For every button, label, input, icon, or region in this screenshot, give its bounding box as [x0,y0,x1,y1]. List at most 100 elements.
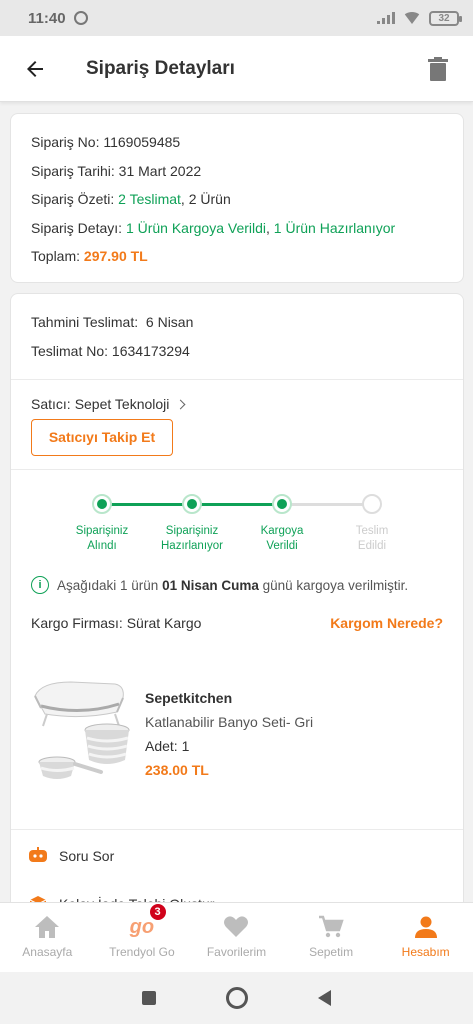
nav-label: Favorilerim [206,945,267,959]
tracker-line-3 [283,503,373,506]
order-date-label: Sipariş Tarihi: [31,162,115,179]
status-time: 11:40 [28,9,66,27]
nav-item-account[interactable]: Hesabım [378,903,473,972]
cargo-row: Kargo Firması: Sürat Kargo Kargom Nerede… [11,600,463,646]
nav-label: Sepetim [309,945,354,959]
order-total-label: Toplam: [31,248,81,264]
step-label-line: Verildi [266,540,298,552]
order-number-label: Sipariş No: [31,134,100,150]
delivery-number-row: Teslimat No: 1634173294 [31,337,443,366]
signal-icon [377,12,395,24]
step-label-received: Siparişiniz Alındı [57,524,147,554]
step-label-preparing: Siparişiniz Hazırlanıyor [147,524,237,554]
quantity-value: 1 [181,738,190,754]
tracker-line-1 [103,503,193,506]
delete-button[interactable] [423,49,453,89]
battery-icon: 32 [429,10,462,26]
product-quantity: Adet: 1 [145,734,313,758]
app-header: Sipariş Detayları [0,36,473,102]
step-dot-received [92,494,112,514]
order-status-tracker: Siparişiniz Alındı Siparişiniz Hazırlanıyo… [11,470,463,570]
ask-question-button[interactable]: Soru Sor [11,832,463,880]
step-label-line: Siparişiniz [165,525,219,537]
ask-question-label: Soru Sor [59,848,115,864]
battery-level: 32 [438,12,450,24]
delivery-card: Tahmini Teslimat: 6 Nisan Teslimat No: 1… [10,293,464,933]
system-navigation [0,972,473,1024]
step-label-delivered: Teslim Edildi [327,524,417,554]
nav-item-cart[interactable]: Sepetim [284,903,379,972]
step-label-line: Hazırlanıyor [161,540,223,552]
order-detail-row: Sipariş Detayı: 1 Ürün Kargoya Verildi, … [31,214,443,243]
nav-label: Trendyol Go [109,945,175,959]
go-logo: go [129,915,155,938]
summary-deliveries: 2 Teslimat [118,191,181,207]
product-name: Katlanabilir Banyo Seti- Gri [145,714,314,730]
home-button[interactable] [226,987,248,1009]
estimated-delivery-label: Tahmini Teslimat: [31,314,139,330]
order-summary-card: Sipariş No: 1169059485 Sipariş Tarihi: 3… [10,113,464,283]
step-label-shipped: Kargoya Verildi [237,524,327,554]
shipping-info-suffix: günü kargoya verilmiştir. [258,577,409,593]
product-image [34,681,130,779]
bottom-navigation: Anasayfa go 3 Trendyol Go Favorilerim Se… [0,902,473,972]
track-cargo-link[interactable]: Kargom Nerede? [330,615,443,631]
order-number-row: Sipariş No: 1169059485 [31,128,443,157]
summary-items: 2 Ürün [188,191,231,207]
order-total-row: Toplam: 297.90 TL [31,242,443,271]
step-label-line: Teslim [355,525,389,537]
shipping-info-prefix: Aşağıdaki 1 ürün [57,577,163,593]
summary-separator: , [180,191,189,207]
info-icon: i [31,576,49,594]
product-info: Sepetkitchen Katlanabilir Banyo Seti- Gr… [145,686,313,782]
recents-button[interactable] [142,991,156,1005]
nav-item-favorites[interactable]: Favorilerim [189,903,284,972]
seller-section: Satıcı: Sepet Teknoloji Satıcıyı Takip E… [11,380,463,470]
product-item[interactable]: Sepetkitchen Katlanabilir Banyo Seti- Gr… [11,646,463,830]
step-label-line: Edildi [357,540,387,552]
chat-icon [27,847,49,865]
page-title: Sipariş Detayları [86,57,235,79]
order-date-value: 31 Mart 2022 [118,162,202,179]
product-brand: Sepetkitchen [145,690,233,706]
estimated-delivery-row: Tahmini Teslimat: 6 Nisan [31,308,443,337]
tracker-line-2 [193,503,283,506]
heart-icon [223,913,249,941]
step-dot-shipped [272,494,292,514]
product-price: 238.00 TL [145,762,209,778]
step-label-line: Kargoya [260,525,304,537]
alarm-icon [73,11,88,25]
delivery-number-label: Teslimat No: [31,343,109,359]
cargo-label: Kargo Firması: [31,615,123,631]
nav-item-home[interactable]: Anasayfa [0,903,95,972]
step-label-line: Siparişiniz [75,525,129,537]
shipping-info-date: 01 Nisan Cuma [162,577,259,593]
trash-icon [428,56,448,81]
order-detail-label: Sipariş Detayı: [31,219,123,236]
cart-icon [318,913,344,941]
order-summary-row: Sipariş Özeti: 2 Teslimat, 2 Ürün [31,185,443,214]
arrow-left-icon [27,60,43,77]
status-bar: 11:40 32 [0,0,473,36]
follow-seller-button[interactable]: Satıcıyı Takip Et [31,419,173,456]
quantity-label: Adet: [145,738,178,754]
cargo-company: Sürat Kargo [126,615,202,631]
seller-label: Satıcı: [31,396,71,412]
shipping-info: i Aşağıdaki 1 ürün 01 Nisan Cuma günü ka… [11,570,463,600]
nav-label: Anasayfa [22,945,73,959]
seller-link[interactable]: Satıcı: Sepet Teknoloji [31,396,443,412]
user-icon [414,913,438,941]
order-summary-label: Sipariş Özeti: [31,191,115,207]
order-date-row: Sipariş Tarihi: 31 Mart 2022 [31,157,443,186]
nav-label: Hesabım [401,945,450,959]
order-total-value: 297.90 TL [83,248,148,264]
wifi-icon [403,12,421,24]
detail-preparing: 1 Ürün Hazırlanıyor [273,219,396,236]
seller-name: Sepet Teknoloji [74,396,170,412]
detail-separator: , [266,219,274,236]
nav-item-trendyol-go[interactable]: go 3 Trendyol Go [95,903,190,972]
back-system-button[interactable] [318,990,331,1006]
step-label-line: Alındı [87,540,117,552]
back-button[interactable] [12,46,58,92]
chevron-right-icon [175,399,186,409]
